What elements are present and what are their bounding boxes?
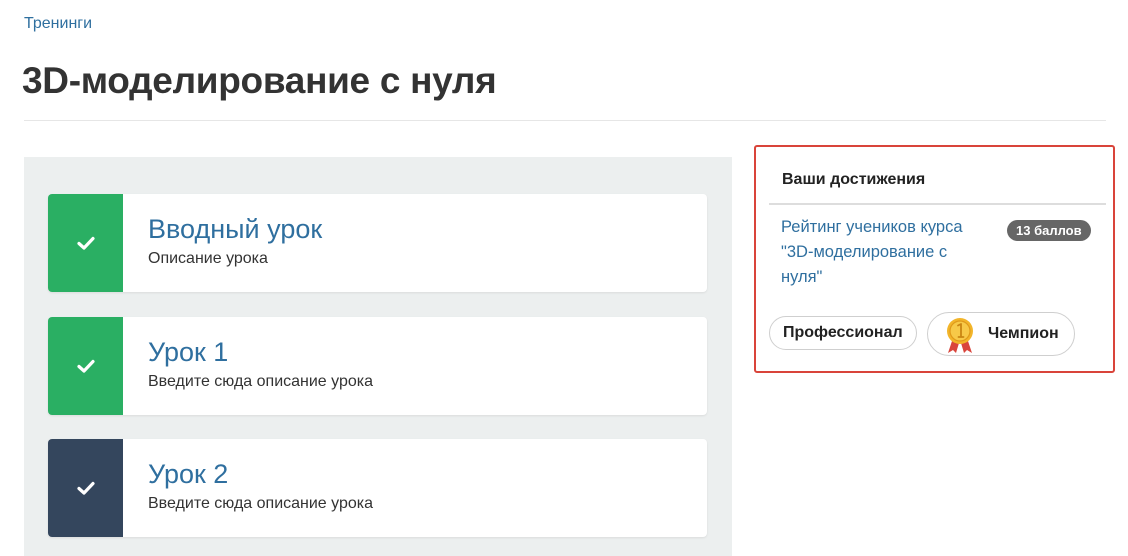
lesson-description: Введите сюда описание урока <box>148 495 374 512</box>
checkmark-icon <box>76 481 95 495</box>
page-title: 3D-моделирование с нуля <box>22 60 497 101</box>
lesson-card-2[interactable]: Урок 2 Введите сюда описание урока <box>48 439 707 537</box>
lesson-title[interactable]: Урок 2 <box>148 459 228 490</box>
breadcrumb-trainings[interactable]: Тренинги <box>24 15 92 33</box>
checkmark-icon <box>76 359 95 373</box>
lesson-card-intro[interactable]: Вводный урок Описание урока <box>48 194 707 292</box>
points-badge: 13 баллов <box>1007 220 1091 241</box>
gold-medal-icon <box>947 318 973 353</box>
lesson-title[interactable]: Урок 1 <box>148 337 228 368</box>
title-divider <box>24 120 1106 121</box>
checkmark-icon <box>76 236 95 250</box>
lessons-panel: Вводный урок Описание урока Урок 1 Введи… <box>24 157 732 556</box>
page: Тренинги 3D-моделирование с нуля Вводный… <box>0 0 1128 556</box>
lesson-status-completed <box>48 317 123 415</box>
lesson-card-1[interactable]: Урок 1 Введите сюда описание урока <box>48 317 707 415</box>
lesson-status-current <box>48 439 123 537</box>
achievements-header: Ваши достижения <box>782 171 926 188</box>
badge-label: Профессионал <box>783 324 903 341</box>
course-rating-link[interactable]: Рейтинг учеников курса "3D-моделирование… <box>781 215 981 290</box>
achievements-divider <box>769 203 1106 205</box>
lesson-status-completed <box>48 194 123 292</box>
lesson-description: Введите сюда описание урока <box>148 373 374 390</box>
badge-professional[interactable]: Профессионал <box>769 316 917 350</box>
achievements-panel: Ваши достижения Рейтинг учеников курса "… <box>754 145 1115 373</box>
badge-champion[interactable]: Чемпион <box>927 312 1075 356</box>
lesson-description: Описание урока <box>148 250 268 267</box>
badge-label: Чемпион <box>988 325 1059 342</box>
lesson-title[interactable]: Вводный урок <box>148 214 322 245</box>
